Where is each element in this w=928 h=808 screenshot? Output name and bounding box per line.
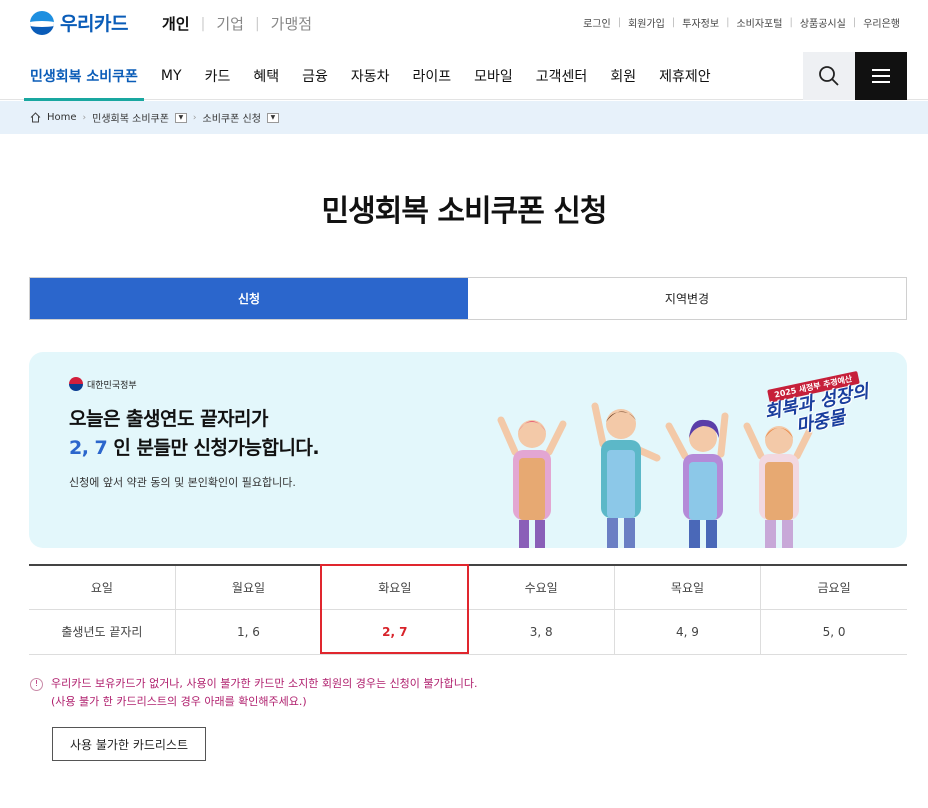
search-icon xyxy=(819,66,839,86)
tab-region-change[interactable]: 지역변경 xyxy=(468,278,906,319)
util-consumer-portal[interactable]: 소비자포털 xyxy=(736,15,782,30)
top-header: 우리카드 개인 | 기업 | 가맹점 로그인 | 회원가입 | 투자정보 | 소비자포… xyxy=(0,0,928,46)
segment-business[interactable]: 기업 xyxy=(216,13,244,34)
breadcrumb-dropdown-1[interactable]: ▼ xyxy=(174,112,187,123)
table-header-cell: 월요일 xyxy=(174,565,322,610)
table-row: 출생년도 끝자리 1, 6 2, 7 3, 8 4, 9 5, 0 xyxy=(29,609,907,655)
schedule-table: 요일 월요일 화요일 수요일 목요일 금요일 출생년도 끝자리 1, 6 2, … xyxy=(29,564,907,655)
taegeuk-icon xyxy=(69,377,83,391)
breadcrumb: Home › 민생회복 소비쿠폰 ▼ › 소비쿠폰 신청 ▼ xyxy=(0,101,928,134)
nav-item-finance[interactable]: 금융 xyxy=(302,52,328,100)
nav-item-coupon[interactable]: 민생회복 소비쿠폰 xyxy=(24,52,144,101)
segment-personal[interactable]: 개인 xyxy=(162,13,190,34)
government-label: 대한민국정부 xyxy=(69,377,137,391)
table-cell-today: 2, 7 xyxy=(321,609,468,655)
table-cell: 3, 8 xyxy=(467,609,615,655)
segment-nav: 개인 | 기업 | 가맹점 xyxy=(162,13,312,34)
brand-name: 우리카드 xyxy=(60,13,128,35)
notice-line-1: 우리카드 보유카드가 없거나, 사용이 불가한 카드만 소지한 회원의 경우는 … xyxy=(51,677,478,690)
banner-headline-2-rest: 인 분들만 신청가능합니다. xyxy=(107,437,320,459)
brand-logo-icon xyxy=(30,10,54,35)
notice-line-2: (사용 불가 한 카드리스트의 경우 아래를 확인해주세요.) xyxy=(51,695,307,708)
campaign-slogan: 2025 새정부 추경예산 회복과 성장의 마중물 xyxy=(759,364,875,444)
search-button[interactable] xyxy=(803,52,855,100)
table-header-cell: 목요일 xyxy=(613,565,761,610)
util-login[interactable]: 로그인 xyxy=(583,15,611,30)
table-header-row: 요일 월요일 화요일 수요일 목요일 금요일 xyxy=(29,565,907,610)
table-header-cell: 금요일 xyxy=(760,565,907,610)
banner-digits: 2, 7 xyxy=(69,437,108,459)
breadcrumb-dropdown-2[interactable]: ▼ xyxy=(266,112,279,123)
nav-item-benefit[interactable]: 혜택 xyxy=(253,52,279,100)
breadcrumb-level1[interactable]: 민생회복 소비쿠폰 xyxy=(92,110,169,125)
nav-item-customer-center[interactable]: 고객센터 xyxy=(536,52,588,100)
table-header-cell: 화요일 xyxy=(321,565,468,610)
chevron-right-icon: › xyxy=(192,112,197,123)
tab-apply[interactable]: 신청 xyxy=(30,278,468,319)
main-nav: 민생회복 소비쿠폰 MY 카드 혜택 금융 자동차 라이프 모바일 고객센터 회… xyxy=(0,52,928,101)
breadcrumb-home[interactable]: Home xyxy=(47,112,77,123)
segment-divider: | xyxy=(254,15,260,32)
chevron-right-icon: › xyxy=(82,112,87,123)
nav-item-life[interactable]: 라이프 xyxy=(413,52,452,100)
nav-item-mobile[interactable]: 모바일 xyxy=(474,52,513,100)
tab-bar: 신청 지역변경 xyxy=(29,277,907,320)
nav-item-my[interactable]: MY xyxy=(161,52,182,100)
unavailable-card-list-button[interactable]: 사용 불가한 카드리스트 xyxy=(52,727,206,761)
banner-headline-2: 2, 7 인 분들만 신청가능합니다. xyxy=(69,433,320,460)
util-investor[interactable]: 투자정보 xyxy=(682,15,719,30)
util-product-disclosure[interactable]: 상품공시실 xyxy=(800,15,846,30)
main-nav-items: 민생회복 소비쿠폰 MY 카드 혜택 금융 자동차 라이프 모바일 고객센터 회… xyxy=(24,52,734,101)
nav-item-car[interactable]: 자동차 xyxy=(351,52,390,100)
table-cell: 출생년도 끝자리 xyxy=(29,609,176,655)
breadcrumb-level2[interactable]: 소비쿠폰 신청 xyxy=(203,110,261,125)
caret-down-icon: ▼ xyxy=(270,114,276,121)
nav-item-member[interactable]: 회원 xyxy=(610,52,636,100)
notice: ! 우리카드 보유카드가 없거나, 사용이 불가한 카드만 소지한 회원의 경우는… xyxy=(30,675,478,711)
page-title: 민생회복 소비쿠폰 신청 xyxy=(321,194,608,229)
caret-down-icon: ▼ xyxy=(178,114,184,121)
nav-item-card[interactable]: 카드 xyxy=(205,52,231,100)
table-cell: 4, 9 xyxy=(613,609,761,655)
promo-banner: 대한민국정부 오늘은 출생연도 끝자리가 2, 7 인 분들만 신청가능합니다.… xyxy=(29,352,907,548)
util-woori-bank[interactable]: 우리은행 xyxy=(863,15,900,30)
banner-headline-1: 오늘은 출생연도 끝자리가 xyxy=(69,408,269,430)
menu-button[interactable] xyxy=(855,52,907,100)
government-text: 대한민국정부 xyxy=(87,380,137,391)
table-cell: 5, 0 xyxy=(760,609,907,655)
info-icon: ! xyxy=(30,677,43,691)
table-cell: 1, 6 xyxy=(174,609,322,655)
home-icon[interactable] xyxy=(30,112,41,123)
segment-merchant[interactable]: 가맹점 xyxy=(271,13,312,34)
segment-divider: | xyxy=(200,15,206,32)
hamburger-icon xyxy=(872,69,890,83)
table-header-cell: 수요일 xyxy=(467,565,615,610)
util-signup[interactable]: 회원가입 xyxy=(628,15,665,30)
banner-note: 신청에 앞서 약관 동의 및 본인확인이 필요합니다. xyxy=(69,476,296,489)
table-header-cell: 요일 xyxy=(29,565,176,610)
brand-logo[interactable]: 우리카드 xyxy=(30,9,128,36)
utility-links: 로그인 | 회원가입 | 투자정보 | 소비자포털 | 상품공시실 | 우리은행 xyxy=(583,15,900,30)
nav-item-partnership[interactable]: 제휴제안 xyxy=(659,52,711,100)
